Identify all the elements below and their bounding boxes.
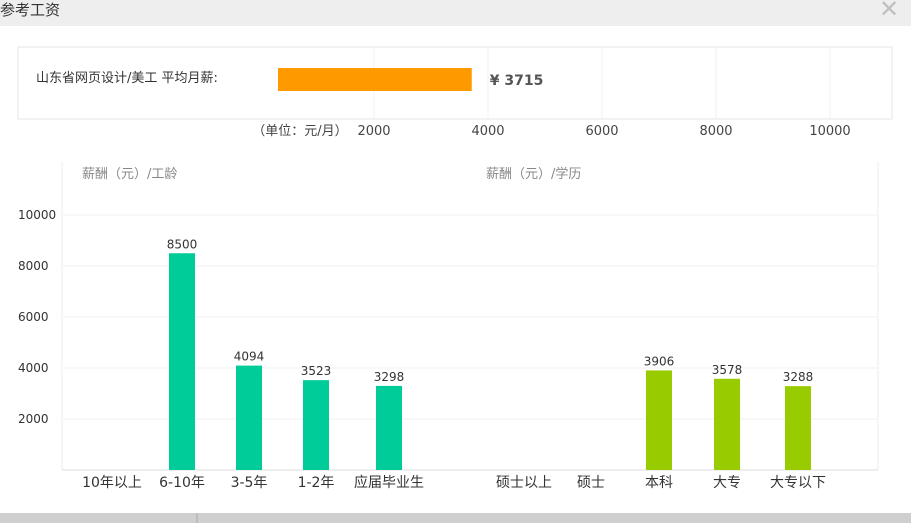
- data-label: 4094: [234, 350, 265, 364]
- avg-tick-label: 10000: [809, 124, 850, 139]
- bottom-scrollbar[interactable]: [0, 513, 911, 523]
- x-tick-label: 1-2年: [298, 475, 335, 491]
- avg-unit-label: （单位：元/月）: [252, 124, 347, 139]
- avg-salary-value: ¥ 3715: [490, 73, 544, 89]
- x-tick-label: 应届毕业生: [354, 474, 424, 491]
- data-label: 3578: [712, 363, 743, 377]
- x-tick-label: 6-10年: [159, 475, 205, 491]
- chart-title: 薪酬（元）/工龄: [82, 167, 177, 182]
- avg-tick-label: 6000: [585, 124, 618, 139]
- bar: [714, 378, 740, 470]
- x-tick-label: 10年以上: [82, 475, 142, 491]
- y-tick-label: 10000: [18, 208, 56, 222]
- x-tick-label: 硕士: [577, 475, 605, 491]
- data-label: 3906: [644, 354, 675, 368]
- data-label: 3288: [783, 370, 814, 384]
- x-tick-label: 大专: [713, 475, 741, 491]
- bar: [646, 370, 672, 470]
- x-tick-label: 3-5年: [231, 475, 268, 491]
- bar: [169, 253, 195, 470]
- x-tick-label: 本科: [645, 475, 673, 491]
- y-tick-label: 8000: [18, 259, 49, 273]
- x-tick-label: 大专以下: [770, 475, 826, 491]
- data-label: 3523: [301, 364, 332, 378]
- avg-category-label: 山东省网页设计/美工 平均月薪:: [36, 71, 218, 86]
- bar: [376, 385, 402, 470]
- y-tick-label: 4000: [18, 361, 49, 375]
- y-tick-label: 2000: [18, 412, 49, 426]
- data-label: 8500: [167, 237, 198, 251]
- y-tick-label: 6000: [18, 310, 49, 324]
- x-tick-label: 硕士以上: [496, 475, 552, 491]
- chart-title: 薪酬（元）/学历: [486, 166, 581, 182]
- data-label: 3298: [374, 370, 405, 384]
- bar: [303, 380, 329, 470]
- salary-charts: 2000 4000 6000 8000 10000 山东省网页设计/美工 平均月薪: ¥ 3…: [17, 46, 893, 491]
- scrollbar-divider: [196, 513, 198, 523]
- bar: [236, 365, 262, 470]
- avg-tick-label: 4000: [471, 124, 504, 139]
- bar: [785, 386, 811, 470]
- avg-tick-label: 2000: [357, 124, 390, 139]
- avg-tick-label: 8000: [699, 124, 732, 139]
- avg-salary-bar: [278, 68, 472, 91]
